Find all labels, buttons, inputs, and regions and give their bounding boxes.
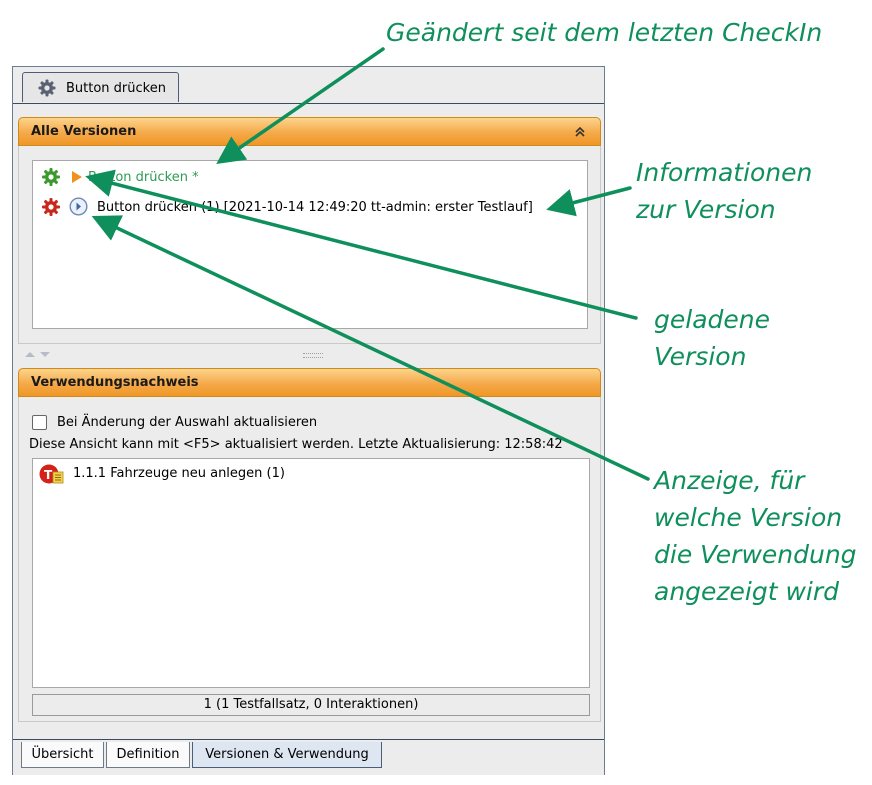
usage-section-title: Verwendungsnachweis	[31, 375, 199, 390]
application-window: Button drücken Alle Versionen Button drü…	[12, 66, 605, 775]
usage-panel-body: Bei Änderung der Auswahl aktualisieren D…	[18, 397, 601, 722]
versions-list[interactable]: Button drücken * Button drücken (1) [202…	[32, 160, 588, 329]
tab-uebersicht[interactable]: Übersicht	[21, 742, 104, 768]
version-label: Button drücken (1) [2021-10-14 12:49:20 …	[97, 200, 533, 215]
usage-status-bar: 1 (1 Testfallsatz, 0 Interaktionen)	[32, 694, 590, 716]
usage-item-label: 1.1.1 Fahrzeuge neu anlegen (1)	[73, 466, 285, 481]
collapse-icon[interactable]	[574, 126, 586, 138]
red-gear-icon	[42, 198, 60, 216]
bottom-tab-bar: Übersicht Definition Versionen & Verwend…	[13, 739, 604, 775]
auto-update-label: Bei Änderung der Auswahl aktualisieren	[57, 415, 318, 430]
callout-info-line1: Informationen	[636, 158, 813, 187]
version-label: Button drücken *	[88, 170, 199, 185]
callout-usage-line1: Anzeige, für	[654, 466, 805, 495]
splitter[interactable]	[18, 347, 601, 361]
callout-loaded-line1: geladene	[654, 305, 770, 334]
callout-loaded-line2: Version	[654, 342, 747, 371]
tab-versionen-verwendung[interactable]: Versionen & Verwendung	[192, 742, 382, 768]
usage-section-header[interactable]: Verwendungsnachweis	[18, 368, 601, 397]
usage-status-text: 1 (1 Testfallsatz, 0 Interaktionen)	[203, 697, 419, 712]
auto-update-checkbox[interactable]	[32, 415, 47, 430]
list-item[interactable]: Button drücken *	[41, 166, 581, 188]
versions-panel-body: Button drücken * Button drücken (1) [202…	[18, 146, 601, 344]
refresh-info-text: Diese Ansicht kann mit <F5> aktualisiert…	[29, 437, 563, 452]
callout-changed: Geändert seit dem letzten CheckIn	[386, 18, 823, 47]
version-circle-icon	[69, 197, 88, 216]
callout-usage-line4: angezeigt wird	[654, 577, 840, 606]
tab-label: Versionen & Verwendung	[205, 747, 369, 762]
green-gear-icon	[42, 168, 60, 186]
tab-title: Button drücken	[66, 81, 166, 96]
auto-update-checkbox-row[interactable]: Bei Änderung der Auswahl aktualisieren	[32, 414, 432, 432]
top-tab-bar: Button drücken	[13, 67, 604, 104]
tab-label: Übersicht	[31, 747, 94, 762]
versions-section-header[interactable]: Alle Versionen	[18, 117, 601, 146]
callout-usage-line3: die Verwendung	[654, 540, 857, 569]
list-item[interactable]: T 1.1.1 Fahrzeuge neu anlegen (1)	[39, 463, 439, 485]
tab-button-druecken[interactable]: Button drücken	[22, 72, 179, 102]
splitter-arrows-icon[interactable]	[24, 350, 56, 358]
versions-section-title: Alle Versionen	[31, 124, 137, 139]
tab-label: Definition	[116, 747, 180, 762]
testcase-set-icon: T	[39, 464, 64, 484]
usage-list[interactable]: T 1.1.1 Fahrzeuge neu anlegen (1)	[32, 458, 590, 688]
gear-icon	[38, 79, 56, 97]
callout-info-line2: zur Version	[636, 195, 776, 224]
play-icon	[72, 171, 82, 183]
callout-usage-line2: welche Version	[654, 503, 843, 532]
list-item[interactable]: Button drücken (1) [2021-10-14 12:49:20 …	[41, 196, 581, 218]
splitter-grip[interactable]	[303, 353, 323, 358]
tab-definition[interactable]: Definition	[106, 742, 190, 768]
svg-text:T: T	[44, 468, 53, 482]
